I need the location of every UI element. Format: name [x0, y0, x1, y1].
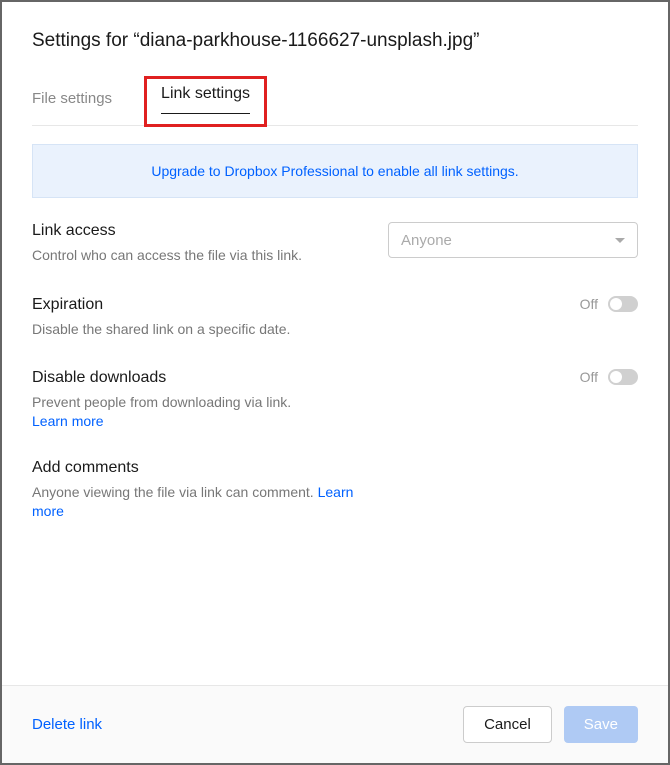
modal-title: Settings for “diana-parkhouse-1166627-un… [32, 30, 638, 52]
setting-link-access: Link access Control who can access the f… [32, 222, 638, 266]
setting-expiration: Expiration Disable the shared link on a … [32, 296, 638, 340]
tab-link-settings-highlight: Link settings [144, 76, 267, 127]
tab-file-settings[interactable]: File settings [32, 82, 128, 125]
save-button[interactable]: Save [564, 706, 638, 743]
tabs: File settings Link settings [32, 82, 638, 126]
add-comments-desc: Anyone viewing the file via link can com… [32, 483, 362, 522]
modal-content: Settings for “diana-parkhouse-1166627-un… [2, 2, 668, 685]
disable-downloads-toggle[interactable] [608, 369, 638, 385]
expiration-title: Expiration [32, 296, 362, 314]
chevron-down-icon [615, 238, 625, 243]
link-access-select[interactable]: Anyone [388, 222, 638, 258]
expiration-desc: Disable the shared link on a specific da… [32, 320, 362, 340]
toggle-knob [610, 371, 622, 383]
setting-disable-downloads: Disable downloads Prevent people from do… [32, 369, 638, 429]
disable-downloads-desc: Prevent people from downloading via link… [32, 393, 362, 413]
setting-add-comments: Add comments Anyone viewing the file via… [32, 459, 638, 522]
delete-link[interactable]: Delete link [32, 716, 102, 733]
settings-body: Link access Control who can access the f… [32, 222, 638, 685]
settings-modal: Settings for “diana-parkhouse-1166627-un… [0, 0, 670, 765]
expiration-state: Off [580, 296, 598, 312]
disable-downloads-learn-more[interactable]: Learn more [32, 413, 362, 429]
tab-link-settings[interactable]: Link settings [161, 85, 250, 114]
disable-downloads-state: Off [580, 369, 598, 385]
link-access-desc: Control who can access the file via this… [32, 246, 362, 266]
add-comments-title: Add comments [32, 459, 362, 477]
cancel-button[interactable]: Cancel [463, 706, 552, 743]
disable-downloads-title: Disable downloads [32, 369, 362, 387]
link-access-title: Link access [32, 222, 362, 240]
upgrade-banner[interactable]: Upgrade to Dropbox Professional to enabl… [32, 144, 638, 198]
modal-footer: Delete link Cancel Save [2, 685, 668, 763]
link-access-selected: Anyone [401, 232, 452, 249]
toggle-knob [610, 298, 622, 310]
expiration-toggle[interactable] [608, 296, 638, 312]
